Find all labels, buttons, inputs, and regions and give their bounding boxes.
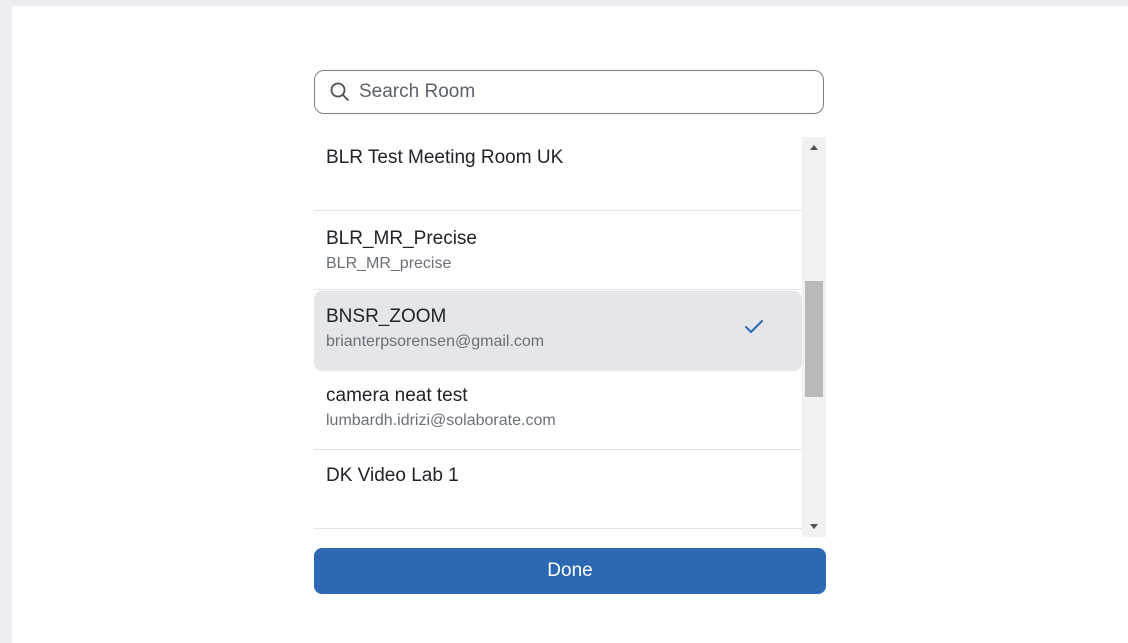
room-list-scrollbar[interactable] <box>802 137 826 537</box>
room-item-dk-video-lab-1[interactable]: DK Video Lab 1 <box>314 450 802 529</box>
room-name: BNSR_ZOOM <box>326 306 447 327</box>
room-item-blr-mr-precise[interactable]: BLR_MR_Precise BLR_MR_precise <box>314 211 802 290</box>
scroll-up-arrow-icon[interactable] <box>802 137 826 157</box>
check-icon <box>745 320 763 333</box>
search-icon <box>330 82 349 101</box>
room-name: DK Video Lab 1 <box>326 465 459 486</box>
room-email: lumbardh.idrizi@solaborate.com <box>326 412 556 429</box>
room-item-bnsr-zoom[interactable]: BNSR_ZOOM brianterpsorensen@gmail.com <box>314 291 802 371</box>
room-list-viewport: BLR Test Meeting Room UK BLR_MR_Precise … <box>314 133 826 537</box>
room-email: brianterpsorensen@gmail.com <box>326 333 545 350</box>
room-email: BLR_MR_precise <box>326 255 452 272</box>
room-item-camera-neat-test[interactable]: camera neat test lumbardh.idrizi@solabor… <box>314 371 802 450</box>
room-name: camera neat test <box>326 385 468 406</box>
done-button[interactable]: Done <box>314 548 826 594</box>
scroll-down-arrow-icon[interactable] <box>802 517 826 537</box>
room-name: BLR Test Meeting Room UK <box>326 147 564 168</box>
search-input[interactable] <box>359 81 799 103</box>
room-name: BLR_MR_Precise <box>326 228 477 249</box>
search-box[interactable] <box>314 70 824 114</box>
scroll-thumb[interactable] <box>805 281 823 397</box>
room-item-blr-test-meeting-room-uk[interactable]: BLR Test Meeting Room UK <box>314 133 802 211</box>
